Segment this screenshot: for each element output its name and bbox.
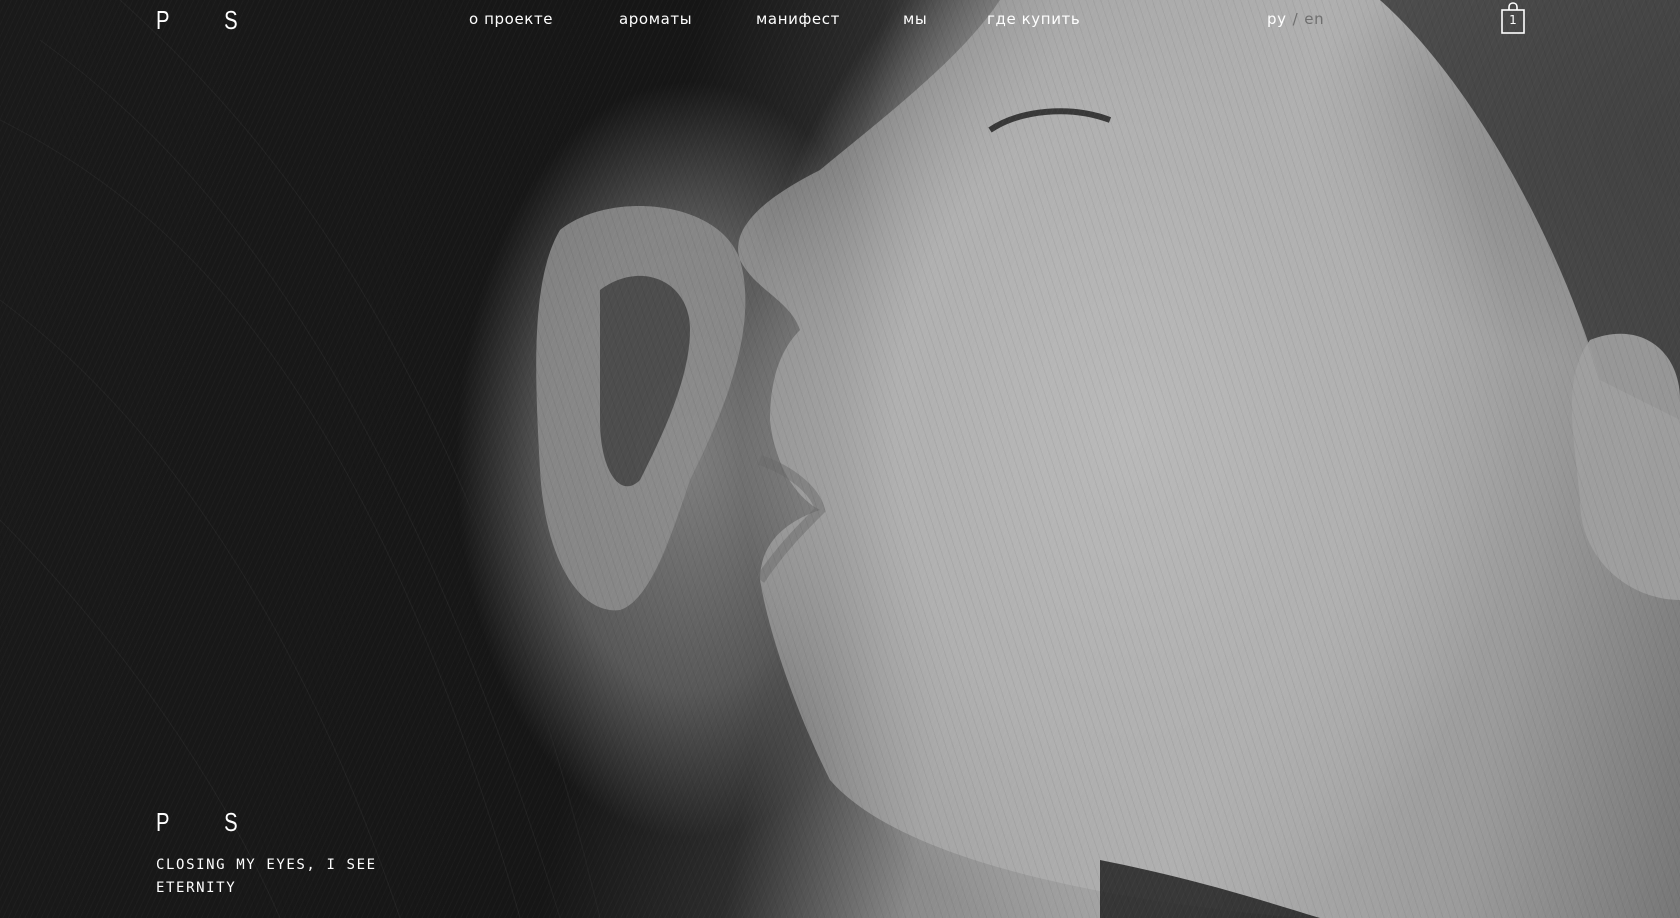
site-header: P S о проекте ароматы манифест мы где ку… [0,0,1680,40]
language-switcher: ру / en [1267,9,1324,29]
hero-logo: P S [156,808,238,836]
logo-letter-p: P [156,5,170,35]
language-ru[interactable]: ру [1267,10,1287,28]
hero-tagline: CLOSING MY EYES, I SEE ETERNITY [156,857,377,896]
header-logo[interactable]: P S [156,6,238,34]
hero-logo-letter-p: P [156,807,170,837]
language-en[interactable]: en [1304,10,1324,28]
hero-photo-shapes [0,0,1680,918]
logo-letter-s: S [224,5,238,35]
cart-count-badge: 1 [1509,13,1517,27]
cart-button[interactable]: 1 [1500,2,1526,34]
nav-link-manifesto[interactable]: манифест [756,9,840,29]
language-separator: / [1292,10,1299,28]
nav-link-where-to-buy[interactable]: где купить [987,9,1080,29]
hero-photo [0,0,1680,918]
nav-link-about[interactable]: о проекте [469,9,553,29]
page: P S о проекте ароматы манифест мы где ку… [0,0,1680,918]
hero-logo-letter-s: S [224,807,238,837]
nav-link-us[interactable]: мы [903,9,927,29]
nav-link-fragrances[interactable]: ароматы [619,9,692,29]
